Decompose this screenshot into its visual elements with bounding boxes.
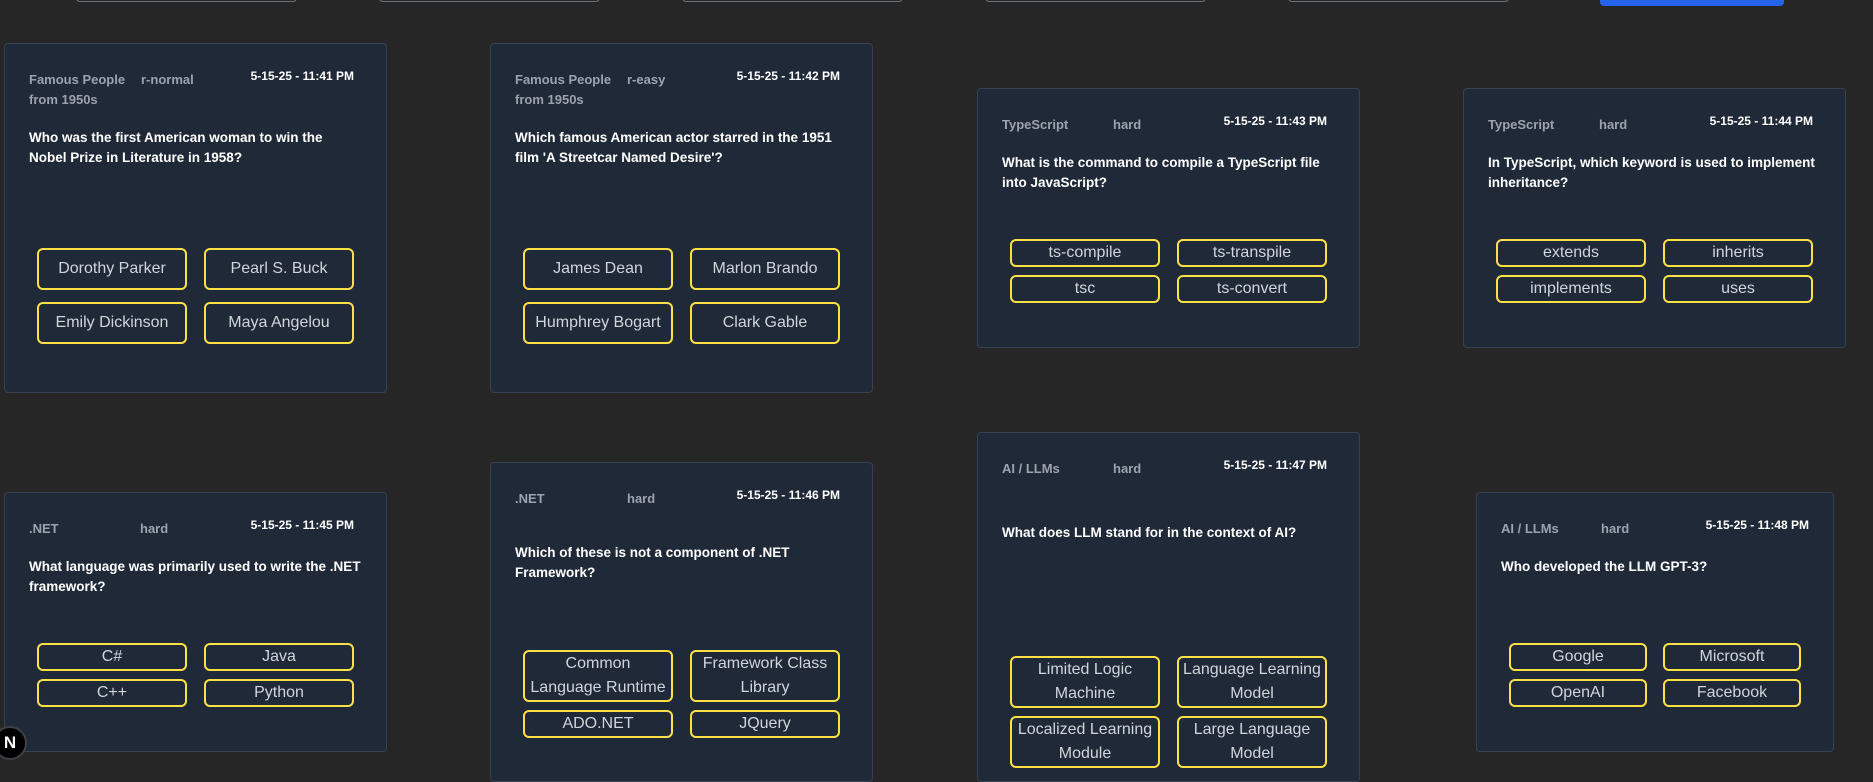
card-question: Who developed the LLM GPT-3? [1501, 559, 1708, 574]
answer-button[interactable]: Large Language Model [1177, 716, 1327, 768]
card-question: Which of these is not a component of .NE… [515, 545, 790, 580]
answer-button[interactable]: Limited Logic Machine [1010, 656, 1160, 708]
card-question: Who was the first American woman to win … [29, 130, 323, 165]
card-difficulty: hard [1113, 117, 1142, 132]
question-card: Famous People from 1950s r-normal 5-15-2… [4, 43, 387, 393]
card-category: Famous People from 1950s [515, 72, 612, 107]
answer-button[interactable]: Emily Dickinson [37, 302, 187, 344]
answer-button[interactable]: Pearl S. Buck [204, 248, 354, 290]
answer-grid: Dorothy Parker Pearl S. Buck Emily Dicki… [37, 248, 357, 344]
answer-grid: C# Java C++ Python [37, 643, 357, 707]
answer-button[interactable]: Clark Gable [690, 302, 840, 344]
answer-button[interactable]: Python [204, 679, 354, 707]
card-timestamp: 5-15-25 - 11:47 PM [1223, 458, 1327, 472]
answer-button[interactable]: James Dean [523, 248, 673, 290]
answer-button[interactable]: Language Learning Model [1177, 656, 1327, 708]
answer-button[interactable]: Microsoft [1663, 643, 1801, 671]
answer-button[interactable]: Dorothy Parker [37, 248, 187, 290]
answer-button[interactable]: ADO.NET [523, 710, 673, 738]
question-card: TypeScript hard 5-15-25 - 11:44 PM In Ty… [1463, 88, 1846, 348]
filter-input-3[interactable] [682, 0, 903, 2]
card-question: Which famous American actor starred in t… [515, 130, 832, 165]
answer-button[interactable]: Maya Angelou [204, 302, 354, 344]
card-timestamp: 5-15-25 - 11:44 PM [1709, 114, 1813, 128]
question-card: AI / LLMs hard 5-15-25 - 11:48 PM Who de… [1476, 492, 1834, 752]
answer-button[interactable]: C++ [37, 679, 187, 707]
question-card: Famous People from 1950s r-easy 5-15-25 … [490, 43, 873, 393]
card-category: AI / LLMs [1002, 461, 1060, 476]
answer-button[interactable]: extends [1496, 239, 1646, 267]
card-timestamp: 5-15-25 - 11:41 PM [250, 69, 354, 83]
filter-input-4[interactable] [985, 0, 1206, 2]
answer-button[interactable]: C# [37, 643, 187, 671]
answer-button[interactable]: Facebook [1663, 679, 1801, 707]
answer-grid: Common Language Runtime Framework Class … [523, 650, 843, 738]
toolbar-action-button[interactable] [1600, 0, 1784, 6]
answer-button[interactable]: implements [1496, 275, 1646, 303]
card-timestamp: 5-15-25 - 11:42 PM [736, 69, 840, 83]
card-difficulty: hard [627, 491, 656, 506]
filter-input-1[interactable] [76, 0, 297, 2]
card-category: .NET [515, 491, 545, 506]
question-card: AI / LLMs hard 5-15-25 - 11:47 PM What d… [977, 432, 1360, 782]
answer-button[interactable]: JQuery [690, 710, 840, 738]
card-difficulty: hard [1599, 117, 1628, 132]
card-category: TypeScript [1488, 117, 1555, 132]
card-difficulty: r-easy [627, 72, 666, 87]
card-question: What is the command to compile a TypeScr… [1002, 155, 1320, 190]
answer-button[interactable]: inherits [1663, 239, 1813, 267]
card-category: Famous People from 1950s [29, 72, 126, 107]
card-difficulty: hard [1601, 521, 1630, 536]
filter-input-5[interactable] [1288, 0, 1509, 2]
answer-button[interactable]: Humphrey Bogart [523, 302, 673, 344]
question-card: TypeScript hard 5-15-25 - 11:43 PM What … [977, 88, 1360, 348]
answer-button[interactable]: Common Language Runtime [523, 650, 673, 702]
answer-grid: Google Microsoft OpenAI Facebook [1509, 643, 1801, 707]
answer-grid: James Dean Marlon Brando Humphrey Bogart… [523, 248, 843, 344]
nextjs-badge-icon[interactable]: N [0, 726, 27, 760]
answer-button[interactable]: ts-transpile [1177, 239, 1327, 267]
card-difficulty: hard [140, 521, 169, 536]
card-difficulty: hard [1113, 461, 1142, 476]
card-question: What does LLM stand for in the context o… [1002, 525, 1297, 540]
answer-button[interactable]: tsc [1010, 275, 1160, 303]
question-card: .NET hard 5-15-25 - 11:45 PM What langua… [4, 492, 387, 752]
question-card: .NET hard 5-15-25 - 11:46 PM Which of th… [490, 462, 873, 782]
badge-letter: N [3, 733, 17, 752]
card-category: .NET [29, 521, 59, 536]
card-timestamp: 5-15-25 - 11:46 PM [736, 488, 840, 502]
answer-button[interactable]: Marlon Brando [690, 248, 840, 290]
card-timestamp: 5-15-25 - 11:45 PM [250, 518, 354, 532]
card-question: In TypeScript, which keyword is used to … [1488, 155, 1815, 190]
answer-grid: extends inherits implements uses [1496, 239, 1816, 303]
card-timestamp: 5-15-25 - 11:43 PM [1223, 114, 1327, 128]
answer-grid: Limited Logic Machine Language Learning … [1010, 656, 1330, 768]
card-timestamp: 5-15-25 - 11:48 PM [1705, 518, 1809, 532]
card-category: TypeScript [1002, 117, 1069, 132]
answer-button[interactable]: OpenAI [1509, 679, 1647, 707]
filter-input-2[interactable] [379, 0, 600, 2]
answer-button[interactable]: Localized Learning Module [1010, 716, 1160, 768]
card-question: What language was primarily used to writ… [29, 559, 361, 594]
answer-button[interactable]: Google [1509, 643, 1647, 671]
answer-button[interactable]: ts-compile [1010, 239, 1160, 267]
answer-button[interactable]: Java [204, 643, 354, 671]
answer-button[interactable]: Framework Class Library [690, 650, 840, 702]
answer-button[interactable]: uses [1663, 275, 1813, 303]
answer-button[interactable]: ts-convert [1177, 275, 1327, 303]
answer-grid: ts-compile ts-transpile tsc ts-convert [1010, 239, 1330, 303]
card-difficulty: r-normal [141, 72, 194, 87]
card-category: AI / LLMs [1501, 521, 1559, 536]
